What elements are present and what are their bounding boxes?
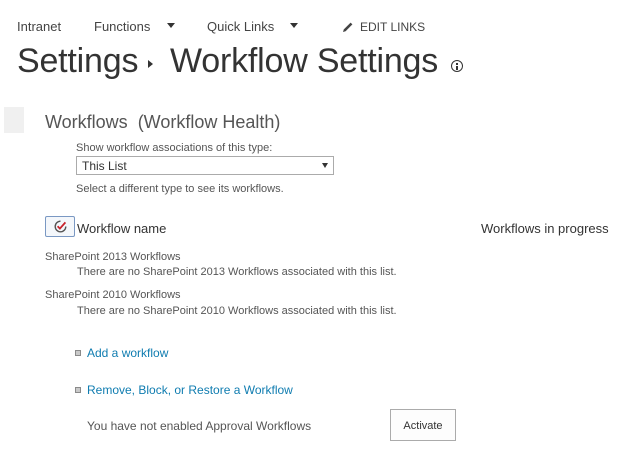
pencil-icon[interactable] <box>342 21 354 33</box>
group-message-sp2010: There are no SharePoint 2010 Workflows a… <box>77 305 397 317</box>
check-circle-icon <box>54 220 67 233</box>
page: Intranet Functions Quick Links EDIT LINK… <box>0 0 638 460</box>
approval-message: You have not enabled Approval Workflows <box>87 419 312 433</box>
select-all-button[interactable] <box>45 216 75 237</box>
associations-select[interactable]: This List <box>76 156 334 175</box>
add-workflow-link-text[interactable]: Add a workflow <box>87 346 168 360</box>
bullet-icon <box>75 350 81 356</box>
info-icon[interactable] <box>451 60 463 72</box>
bullet-icon <box>75 387 81 393</box>
edit-links-button[interactable]: EDIT LINKS <box>360 20 425 34</box>
nav-item-functions[interactable]: Functions <box>94 19 150 34</box>
section-title: Workflows <box>45 112 128 132</box>
associations-label: Show workflow associations of this type: <box>76 142 273 154</box>
group-title-sp2013: SharePoint 2013 Workflows <box>45 251 181 263</box>
associations-hint: Select a different type to see its workf… <box>76 183 284 195</box>
nav-item-intranet[interactable]: Intranet <box>17 19 61 34</box>
caret-down-icon[interactable] <box>290 23 298 28</box>
caret-down-icon[interactable] <box>167 23 175 28</box>
associations-select-value: This List <box>82 159 127 173</box>
remove-block-restore-link-text[interactable]: Remove, Block, or Restore a Workflow <box>87 383 293 397</box>
chevron-down-icon <box>322 163 328 168</box>
breadcrumb-settings[interactable]: Settings <box>17 42 138 81</box>
group-title-sp2010: SharePoint 2010 Workflows <box>45 289 181 301</box>
nav-item-quick-links[interactable]: Quick Links <box>207 19 274 34</box>
section-marker <box>4 107 24 133</box>
section-heading: Workflows (Workflow Health) <box>45 112 280 133</box>
column-header-workflow-name: Workflow name <box>77 221 167 236</box>
activate-button[interactable]: Activate <box>390 409 456 441</box>
page-title-current: Workflow Settings <box>170 42 439 80</box>
breadcrumb-arrow-icon <box>148 60 153 68</box>
workflow-health-link[interactable]: (Workflow Health) <box>138 112 281 132</box>
group-message-sp2013: There are no SharePoint 2013 Workflows a… <box>77 266 397 278</box>
column-header-workflows-in-progress: Workflows in progress <box>481 221 609 236</box>
